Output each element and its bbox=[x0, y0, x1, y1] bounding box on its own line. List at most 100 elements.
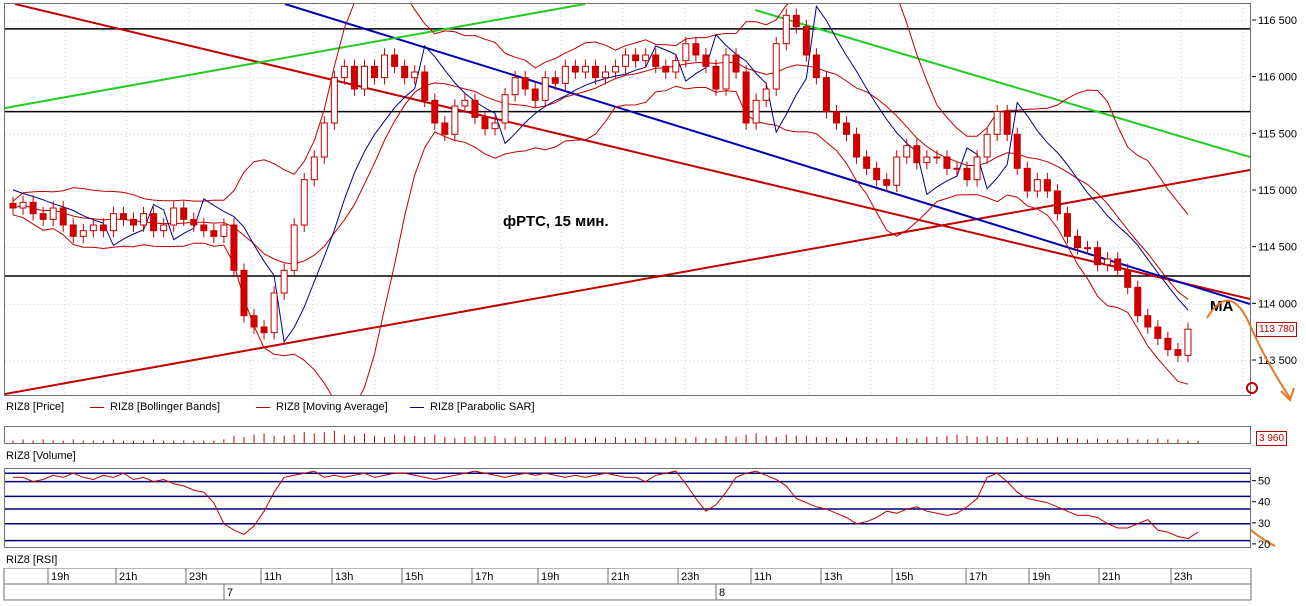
candle-body bbox=[1174, 349, 1182, 356]
candle-body bbox=[1053, 190, 1061, 215]
candlestick bbox=[360, 59, 368, 96]
candle-body bbox=[612, 65, 620, 73]
price-axis-label: 116 000 bbox=[1258, 72, 1297, 84]
candle-body bbox=[210, 230, 218, 237]
candlestick bbox=[391, 48, 399, 74]
candlestick bbox=[863, 150, 871, 176]
candle-body bbox=[411, 71, 419, 79]
time-axis-hour-label: 23h bbox=[681, 571, 699, 583]
candlestick bbox=[893, 150, 901, 193]
candle-body bbox=[913, 145, 921, 164]
candle-body bbox=[29, 201, 37, 215]
candlestick bbox=[843, 116, 851, 142]
candlestick bbox=[521, 70, 529, 96]
candlestick bbox=[1033, 172, 1041, 198]
candle-body bbox=[1134, 286, 1142, 317]
candle-body bbox=[973, 156, 981, 181]
candlestick bbox=[772, 36, 780, 96]
candle-body bbox=[170, 207, 178, 226]
time-axis-hour-label: 19h bbox=[51, 571, 69, 583]
price-axis-label: 113 500 bbox=[1258, 355, 1297, 367]
candlestick bbox=[1124, 263, 1132, 295]
trendline-descending bbox=[14, 4, 1250, 300]
candle-body bbox=[320, 122, 328, 158]
candlestick bbox=[1053, 184, 1061, 221]
time-axis-hour-label: 21h bbox=[611, 571, 629, 583]
candlestick bbox=[883, 172, 891, 193]
candle-body bbox=[591, 65, 599, 79]
candle-body bbox=[812, 54, 820, 79]
candle-body bbox=[69, 224, 77, 237]
candle-body bbox=[481, 116, 489, 130]
candle-body bbox=[1023, 167, 1031, 192]
candle-body bbox=[993, 111, 1001, 135]
candle-body bbox=[1154, 326, 1162, 339]
time-axis-day-label: 8 bbox=[719, 587, 725, 599]
candlestick bbox=[682, 36, 690, 68]
candlestick bbox=[471, 93, 479, 125]
candle-body bbox=[571, 65, 579, 73]
candle-body bbox=[441, 122, 449, 135]
candle-body bbox=[541, 77, 549, 101]
candle-body bbox=[230, 224, 238, 271]
price-axis-label: 114 000 bbox=[1258, 298, 1297, 310]
candle-body bbox=[1003, 111, 1011, 135]
price-axis: 116 500 116 000 115 500 115 000 114 500 114 0… bbox=[1252, 15, 1297, 367]
legend-item-bollinger: RIZ8 [Bollinger Bands] bbox=[90, 401, 220, 413]
candlestick bbox=[130, 212, 138, 232]
chart-legend: RIZ8 [Price] RIZ8 [Bollinger Bands] RIZ8… bbox=[6, 401, 606, 415]
candle-body bbox=[782, 14, 790, 45]
candlestick bbox=[953, 161, 961, 176]
candlestick bbox=[642, 48, 650, 68]
candlestick bbox=[371, 59, 379, 85]
candlestick bbox=[210, 223, 218, 244]
legend-item-price: RIZ8 [Price] bbox=[6, 401, 65, 413]
candle-body bbox=[511, 77, 519, 96]
candle-body bbox=[792, 14, 800, 28]
candlestick bbox=[220, 218, 228, 244]
candle-body bbox=[772, 43, 780, 90]
time-axis-hour-label: 13h bbox=[335, 571, 353, 583]
time-axis-hour-label: 17h bbox=[475, 571, 493, 583]
candle-body bbox=[702, 54, 710, 67]
candle-body bbox=[1144, 315, 1152, 328]
rsi-pane bbox=[4, 468, 1251, 548]
candlestick bbox=[330, 70, 338, 130]
candlestick bbox=[973, 150, 981, 187]
candlestick bbox=[481, 110, 489, 136]
candlestick bbox=[401, 59, 409, 85]
candle-body bbox=[461, 99, 469, 107]
legend-item-moving-average: RIZ8 [Moving Average] bbox=[256, 401, 388, 413]
time-axis-hour-label: 13h bbox=[824, 571, 842, 583]
time-axis-hour-label: 19h bbox=[541, 571, 559, 583]
candlestick bbox=[160, 218, 168, 238]
candle-body bbox=[752, 99, 760, 124]
candle-body bbox=[360, 65, 368, 90]
candlestick bbox=[381, 48, 389, 85]
candle-body bbox=[883, 179, 891, 186]
candlestick bbox=[993, 104, 1001, 142]
candlestick bbox=[983, 127, 991, 164]
candlestick bbox=[340, 59, 348, 85]
candlestick bbox=[1174, 342, 1182, 363]
time-axis-hour-label: 15h bbox=[405, 571, 423, 583]
price-chart-svg bbox=[5, 4, 1250, 395]
candlestick bbox=[140, 206, 148, 232]
candlestick bbox=[180, 201, 188, 227]
last-price-tag: 113 780 bbox=[1256, 322, 1298, 337]
candlestick bbox=[1023, 161, 1031, 198]
candle-body bbox=[722, 54, 730, 90]
candle-body bbox=[240, 269, 248, 317]
candle-body bbox=[150, 213, 158, 232]
volume-tag: 3 960 bbox=[1256, 431, 1288, 446]
candle-body bbox=[200, 224, 208, 232]
price-axis-label: 115 500 bbox=[1258, 128, 1297, 140]
candlestick bbox=[632, 48, 640, 68]
candle-body bbox=[933, 156, 941, 159]
time-axis-hour-label: 23h bbox=[189, 571, 207, 583]
rsi-axis-label: 40 bbox=[1258, 497, 1270, 509]
candle-body bbox=[59, 207, 67, 226]
candle-body bbox=[130, 218, 138, 226]
candle-body bbox=[280, 269, 288, 294]
candlestick bbox=[913, 138, 921, 170]
